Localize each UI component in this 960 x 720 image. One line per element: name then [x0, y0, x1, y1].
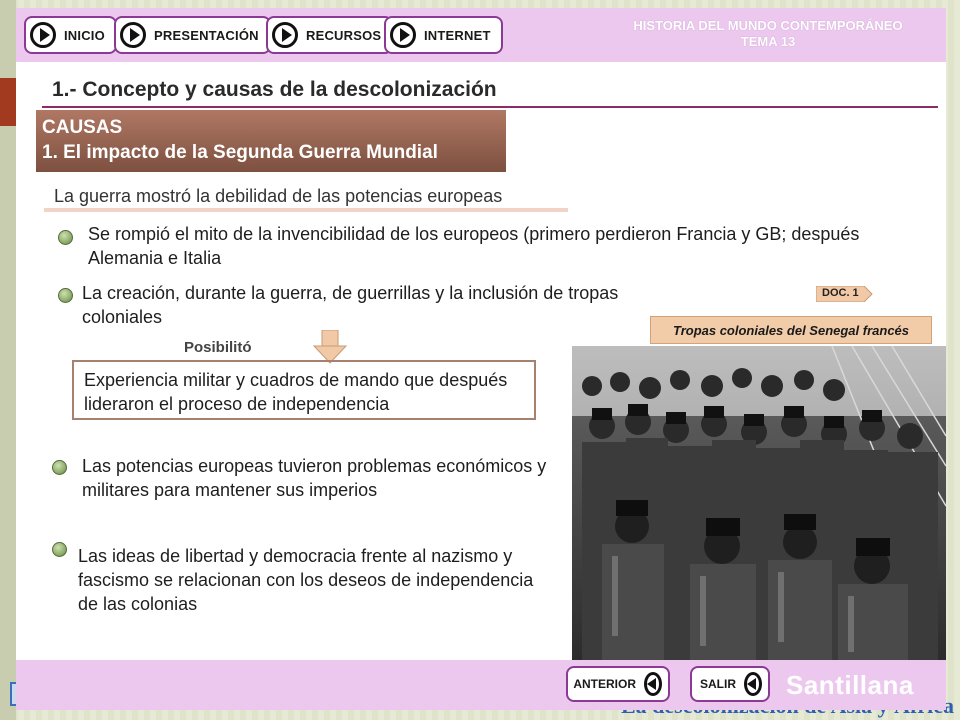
- subheading: La guerra mostró la debilidad de las pot…: [54, 186, 503, 206]
- play-circle-icon: [120, 22, 146, 48]
- recursos-button[interactable]: RECURSOS: [266, 16, 394, 54]
- salir-label: SALIR: [700, 677, 736, 691]
- experiencia-box: Experiencia militar y cuadros de mando q…: [72, 360, 536, 420]
- course-title-line1: HISTORIA DEL MUNDO CONTEMPORÁNEO: [633, 18, 903, 33]
- green-bullet-icon: [52, 542, 67, 557]
- subheading-underline: [44, 208, 568, 212]
- point-text: Se rompió el mito de la invencibilidad d…: [88, 224, 860, 268]
- santillana-logo: Santillana: [786, 670, 914, 700]
- section-divider: [42, 106, 938, 108]
- point-text: Las potencias europeas tuvieron problema…: [82, 456, 547, 500]
- doc-tag-label: DOC. 1: [822, 287, 859, 299]
- salir-button[interactable]: SALIR: [690, 666, 770, 702]
- inicio-button[interactable]: INICIO: [24, 16, 117, 54]
- posibilito-label: Posibilitó: [184, 339, 252, 356]
- play-circle-icon: [390, 22, 416, 48]
- causas-label: CAUSAS: [42, 117, 123, 138]
- point-text: Las ideas de libertad y democracia frent…: [78, 546, 534, 614]
- back-circle-icon: [744, 672, 762, 696]
- play-circle-icon: [272, 22, 298, 48]
- green-bullet-icon: [58, 288, 73, 303]
- course-title: HISTORIA DEL MUNDO CONTEMPORÁNEO TEMA 13: [598, 18, 938, 50]
- anterior-button[interactable]: ANTERIOR: [566, 666, 670, 702]
- internet-button[interactable]: INTERNET: [384, 16, 503, 54]
- presentacion-button[interactable]: PRESENTACIÓN: [114, 16, 271, 54]
- background-red-block: [0, 78, 16, 126]
- causas-subtitle: 1. El impacto de la Segunda Guerra Mundi…: [42, 142, 438, 163]
- photo-caption: Tropas coloniales del Senegal francés: [650, 316, 932, 344]
- causas-header: CAUSAS 1. El impacto de la Segunda Guerr…: [36, 110, 506, 172]
- colonial-troops-photo: [572, 346, 946, 660]
- doc-tag[interactable]: DOC. 1: [815, 285, 874, 303]
- top-nav-bar: INICIO PRESENTACIÓN RECURSOS INTERNET HI…: [16, 8, 946, 62]
- point-text: La creación, durante la guerra, de guerr…: [82, 283, 619, 327]
- slide: INICIO PRESENTACIÓN RECURSOS INTERNET HI…: [16, 8, 946, 710]
- section-title: 1.- Concepto y causas de la descolonizac…: [52, 78, 497, 101]
- internet-label: INTERNET: [424, 27, 491, 43]
- presentacion-label: PRESENTACIÓN: [154, 27, 259, 43]
- green-bullet-icon: [58, 230, 73, 245]
- course-title-line2: TEMA 13: [740, 34, 796, 49]
- play-circle-icon: [30, 22, 56, 48]
- anterior-label: ANTERIOR: [573, 677, 636, 691]
- green-bullet-icon: [52, 460, 67, 475]
- inicio-label: INICIO: [64, 27, 105, 43]
- recursos-label: RECURSOS: [306, 27, 382, 43]
- back-circle-icon: [644, 672, 662, 696]
- down-arrow-icon: [312, 330, 348, 364]
